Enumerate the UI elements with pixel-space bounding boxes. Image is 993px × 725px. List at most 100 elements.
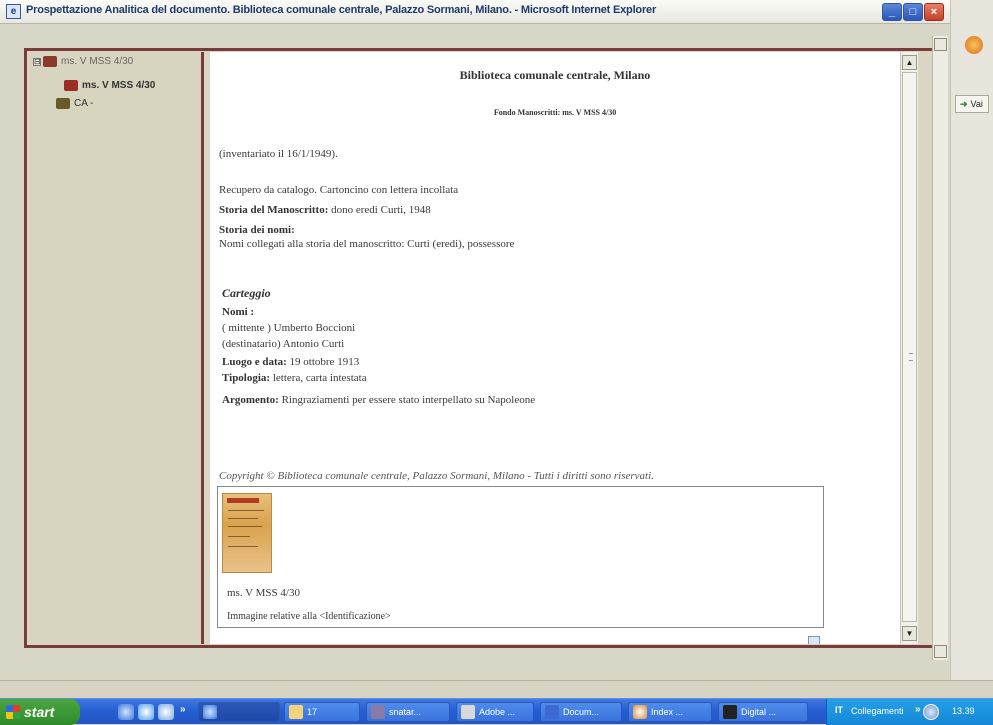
close-button[interactable]: ×: [924, 3, 944, 21]
maximize-button[interactable]: □: [903, 3, 923, 21]
copyright-notice: Copyright © Biblioteca comunale centrale…: [219, 470, 654, 482]
folder-icon: [56, 98, 70, 109]
recipient: (destinatario) Antonio Curti: [222, 338, 345, 350]
tree-root-label: ms. V MSS 4/30: [61, 56, 134, 67]
taskbar-button-snatar[interactable]: snatar...: [366, 702, 450, 722]
place-date: Luogo e data: 19 ottobre 1913: [222, 356, 359, 368]
history-manuscript-label: Storia del Manoscritto:: [219, 204, 329, 216]
title-bar[interactable]: e Prospettazione Analitica del documento…: [0, 0, 958, 24]
carteggio-heading: Carteggio: [222, 286, 271, 300]
window-scroll-up[interactable]: [934, 38, 947, 51]
taskbar-button-index[interactable]: Index ...: [628, 702, 712, 722]
manuscript-thumbnail[interactable]: [222, 493, 272, 573]
taskbar-button-label: 17: [307, 707, 318, 717]
tree-item-carteggio-label: CA -: [74, 98, 94, 109]
scroll-grip-icon: [909, 353, 913, 361]
taskbar-button-label: snatar...: [389, 707, 422, 717]
scroll-up-arrow-icon[interactable]: ▲: [902, 55, 917, 70]
window-scroll-down[interactable]: [934, 645, 947, 658]
sender: ( mittente ) Umberto Boccioni: [222, 322, 356, 334]
tray-chevron-icon[interactable]: »: [915, 704, 921, 715]
typology-value: lettera, carta intestata: [270, 372, 367, 384]
thumbnail-line: [228, 546, 258, 547]
windows-flag-icon: [6, 705, 20, 719]
place-date-value: 19 ottobre 1913: [286, 356, 360, 368]
content-scrollbar[interactable]: ▲ ▼: [900, 52, 918, 644]
page-icon: [808, 636, 820, 644]
subject-label: Argomento:: [222, 394, 279, 406]
system-tray: IT Collegamenti » 13.39: [826, 699, 993, 725]
thumbnail-line: [228, 510, 264, 511]
go-arrow-icon: ➜: [960, 99, 968, 109]
thumbnail-letterhead: [227, 498, 259, 503]
status-bar: [0, 680, 993, 698]
library-heading: Biblioteca comunale centrale, Milano: [459, 68, 651, 82]
taskbar-button-label: Index ...: [651, 707, 684, 717]
inventory-note: (inventariato il 16/1/1949).: [219, 148, 338, 160]
linked-names: Nomi collegati alla storia del manoscrit…: [219, 238, 515, 250]
network-icon[interactable]: [923, 704, 939, 720]
ie-icon: [203, 705, 217, 719]
links-toolbar[interactable]: Collegamenti: [851, 706, 904, 716]
image-description: Immagine relative alla <Identificazione>: [227, 611, 391, 622]
go-button-label: Vai: [970, 99, 983, 109]
taskbar-button-docum[interactable]: Docum...: [540, 702, 622, 722]
tree-item-carteggio[interactable]: CA -: [56, 98, 93, 109]
place-date-label: Luogo e data:: [222, 356, 287, 368]
scroll-thumb[interactable]: [902, 72, 917, 622]
windows-logo-icon: [965, 36, 983, 54]
thumbnail-line: [228, 518, 258, 519]
word-icon: [545, 705, 559, 719]
window-title: Prospettazione Analitica del documento. …: [26, 4, 657, 16]
typology: Tipologia: lettera, carta intestata: [222, 372, 367, 384]
minimize-button[interactable]: _: [882, 3, 902, 21]
collapse-icon[interactable]: ⊟: [33, 57, 41, 66]
taskbar-button-label: Docum...: [563, 707, 600, 717]
history-manuscript-value: dono eredi Curti, 1948: [328, 204, 431, 216]
folder-icon: [289, 705, 303, 719]
manuscript-icon: [43, 56, 57, 67]
scroll-down-arrow-icon[interactable]: ▼: [902, 626, 917, 641]
internet-explorer-icon[interactable]: [118, 704, 134, 720]
camera-icon: [723, 705, 737, 719]
typology-label: Tipologia:: [222, 372, 271, 384]
tree-root[interactable]: ⊟ ms. V MSS 4/30: [33, 56, 133, 67]
adobe-icon: [461, 705, 475, 719]
taskbar: start » 17 snatar... Adobe ... Docum... …: [0, 698, 993, 725]
app-icon: [371, 705, 385, 719]
go-button[interactable]: ➜ Vai: [955, 95, 989, 113]
subject-value: Ringraziamenti per essere stato interpel…: [278, 394, 536, 406]
start-button[interactable]: start: [0, 699, 80, 725]
taskbar-button-folder[interactable]: 17: [284, 702, 360, 722]
thumbnail-line: [228, 536, 250, 537]
history-names-label: Storia dei nomi:: [219, 224, 295, 236]
language-indicator[interactable]: IT: [835, 705, 843, 715]
content-pane: Biblioteca comunale centrale, Milano Fon…: [210, 52, 900, 644]
image-panel: ms. V MSS 4/30 Immagine relative alla <I…: [217, 486, 824, 628]
names-label: Nomi :: [222, 306, 255, 318]
thumbnail-line: [228, 526, 262, 527]
taskbar-button-label: Adobe ...: [479, 707, 516, 717]
document-icon: [64, 80, 78, 91]
window-scrollbar[interactable]: [932, 36, 948, 660]
taskbar-button-digital[interactable]: Digital ...: [718, 702, 808, 722]
browser-window: e Prospettazione Analitica del documento…: [0, 0, 993, 725]
toolbar-right-strip: ➜ Vai: [950, 0, 993, 680]
quicklaunch-chevron-icon[interactable]: »: [180, 704, 186, 715]
ie-page-icon: e: [6, 4, 21, 19]
start-label: start: [24, 704, 55, 720]
media-icon[interactable]: [158, 704, 174, 720]
recovery-note: Recupero da catalogo. Cartoncino con let…: [219, 184, 459, 196]
taskbar-button-adobe[interactable]: Adobe ...: [456, 702, 534, 722]
tree-item-manuscript-label: ms. V MSS 4/30: [82, 80, 156, 91]
subject: Argomento: Ringraziamenti per essere sta…: [222, 394, 535, 406]
taskbar-button-label: Digital ...: [741, 707, 777, 717]
fondo-subheading: Fondo Manoscritti: ms. V MSS 4/30: [493, 108, 617, 117]
taskbar-button-explorer[interactable]: [198, 702, 280, 722]
tree-item-manuscript[interactable]: ms. V MSS 4/30: [64, 80, 155, 91]
image-caption: ms. V MSS 4/30: [227, 587, 300, 599]
history-manuscript: Storia del Manoscritto: dono eredi Curti…: [219, 204, 431, 216]
tree-pane: ⊟ ms. V MSS 4/30 ms. V MSS 4/30 CA -: [30, 52, 204, 644]
outlook-icon[interactable]: [138, 704, 154, 720]
browser-icon: [633, 705, 647, 719]
